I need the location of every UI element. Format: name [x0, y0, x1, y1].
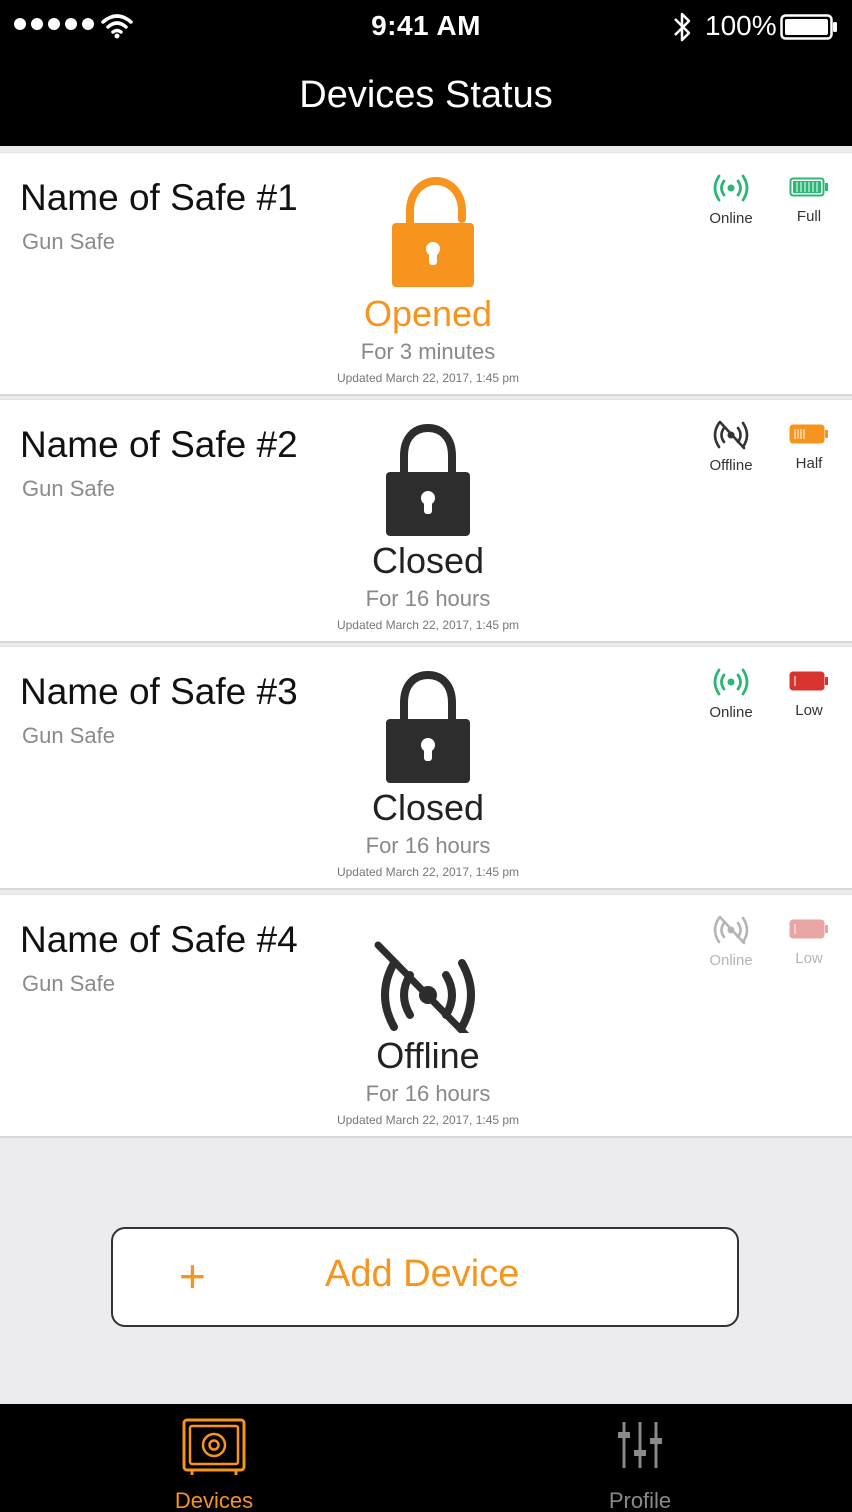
device-card[interactable]: Name of Safe #1 Gun Safe Opened For 3 mi…	[0, 152, 852, 396]
state-duration: For 3 minutes	[360, 339, 496, 364]
updated-timestamp: Updated March 22, 2017, 1:45 pm	[336, 618, 520, 632]
offline-signal-icon	[713, 915, 749, 945]
status-battery-icon	[780, 14, 837, 40]
battery-label: Half	[795, 455, 823, 472]
battery-label: Full	[796, 208, 822, 225]
bluetooth-icon	[674, 12, 691, 42]
connection-label: Online	[709, 210, 753, 227]
connection-status: Online	[696, 667, 766, 721]
connection-status: Offline	[696, 420, 766, 474]
battery-full-icon	[789, 177, 828, 197]
safe-icon	[182, 1418, 246, 1475]
safe-name: Name of Safe #3	[20, 671, 298, 712]
connection-state: Offline	[376, 1035, 480, 1076]
locked-padlock-icon	[386, 670, 470, 783]
battery-label: Low	[795, 950, 823, 967]
battery-status: Half	[774, 420, 844, 472]
online-signal-icon	[713, 174, 749, 202]
lock-state: Opened	[363, 293, 493, 334]
add-device-label: Add Device	[325, 1253, 520, 1295]
device-card[interactable]: Name of Safe #4 Gun Safe Offline For 16 …	[0, 894, 852, 1138]
offline-signal-icon	[713, 420, 749, 450]
state-duration: For 16 hours	[365, 833, 491, 858]
battery-low-icon	[789, 919, 828, 939]
updated-timestamp: Updated March 22, 2017, 1:45 pm	[336, 371, 520, 385]
safe-name: Name of Safe #1	[20, 177, 298, 218]
device-card[interactable]: Name of Safe #3 Gun Safe Closed For 16 h…	[0, 646, 852, 890]
sliders-icon	[618, 1422, 662, 1468]
state-duration: For 16 hours	[365, 1081, 491, 1106]
locked-padlock-icon	[386, 423, 470, 536]
safe-type: Gun Safe	[22, 971, 115, 996]
safe-name: Name of Safe #4	[20, 919, 298, 960]
connection-label: Online	[709, 704, 753, 721]
battery-status: Full	[774, 173, 844, 225]
connection-status: Online	[696, 915, 766, 969]
battery-status: Low	[774, 667, 844, 719]
connection-label: Online	[709, 952, 753, 969]
device-card[interactable]: Name of Safe #2 Gun Safe Closed For 16 h…	[0, 399, 852, 643]
safe-name: Name of Safe #2	[20, 424, 298, 465]
tab-bar: Devices Profile	[0, 1404, 852, 1512]
online-signal-icon	[713, 668, 749, 696]
connection-status: Online	[696, 173, 766, 227]
plus-icon: +	[179, 1250, 206, 1302]
unlocked-padlock-icon	[392, 176, 474, 287]
battery-low-icon	[789, 671, 828, 691]
safe-type: Gun Safe	[22, 723, 115, 748]
battery-half-icon	[789, 424, 828, 444]
top-bar: 9:41 AM 100% Devices Status	[0, 0, 852, 146]
connection-label: Offline	[709, 457, 753, 474]
battery-percent: 100%	[705, 10, 777, 41]
tab-profile-label: Profile	[608, 1488, 672, 1512]
tab-profile[interactable]: Profile	[540, 1404, 740, 1512]
status-bar: 9:41 AM 100%	[0, 0, 852, 52]
state-duration: For 16 hours	[365, 586, 491, 611]
safe-type: Gun Safe	[22, 229, 115, 254]
tab-devices-label: Devices	[174, 1488, 254, 1512]
tab-devices[interactable]: Devices	[114, 1404, 314, 1512]
offline-signal-icon	[374, 941, 475, 1033]
battery-status: Low	[774, 915, 844, 967]
lock-state: Closed	[371, 540, 485, 581]
updated-timestamp: Updated March 22, 2017, 1:45 pm	[336, 865, 520, 879]
lock-state: Closed	[371, 787, 485, 828]
add-device-button[interactable]: + Add Device	[111, 1227, 739, 1327]
battery-label: Low	[795, 702, 823, 719]
page-title: Devices Status	[299, 74, 553, 116]
updated-timestamp: Updated March 22, 2017, 1:45 pm	[336, 1113, 520, 1127]
safe-type: Gun Safe	[22, 476, 115, 501]
